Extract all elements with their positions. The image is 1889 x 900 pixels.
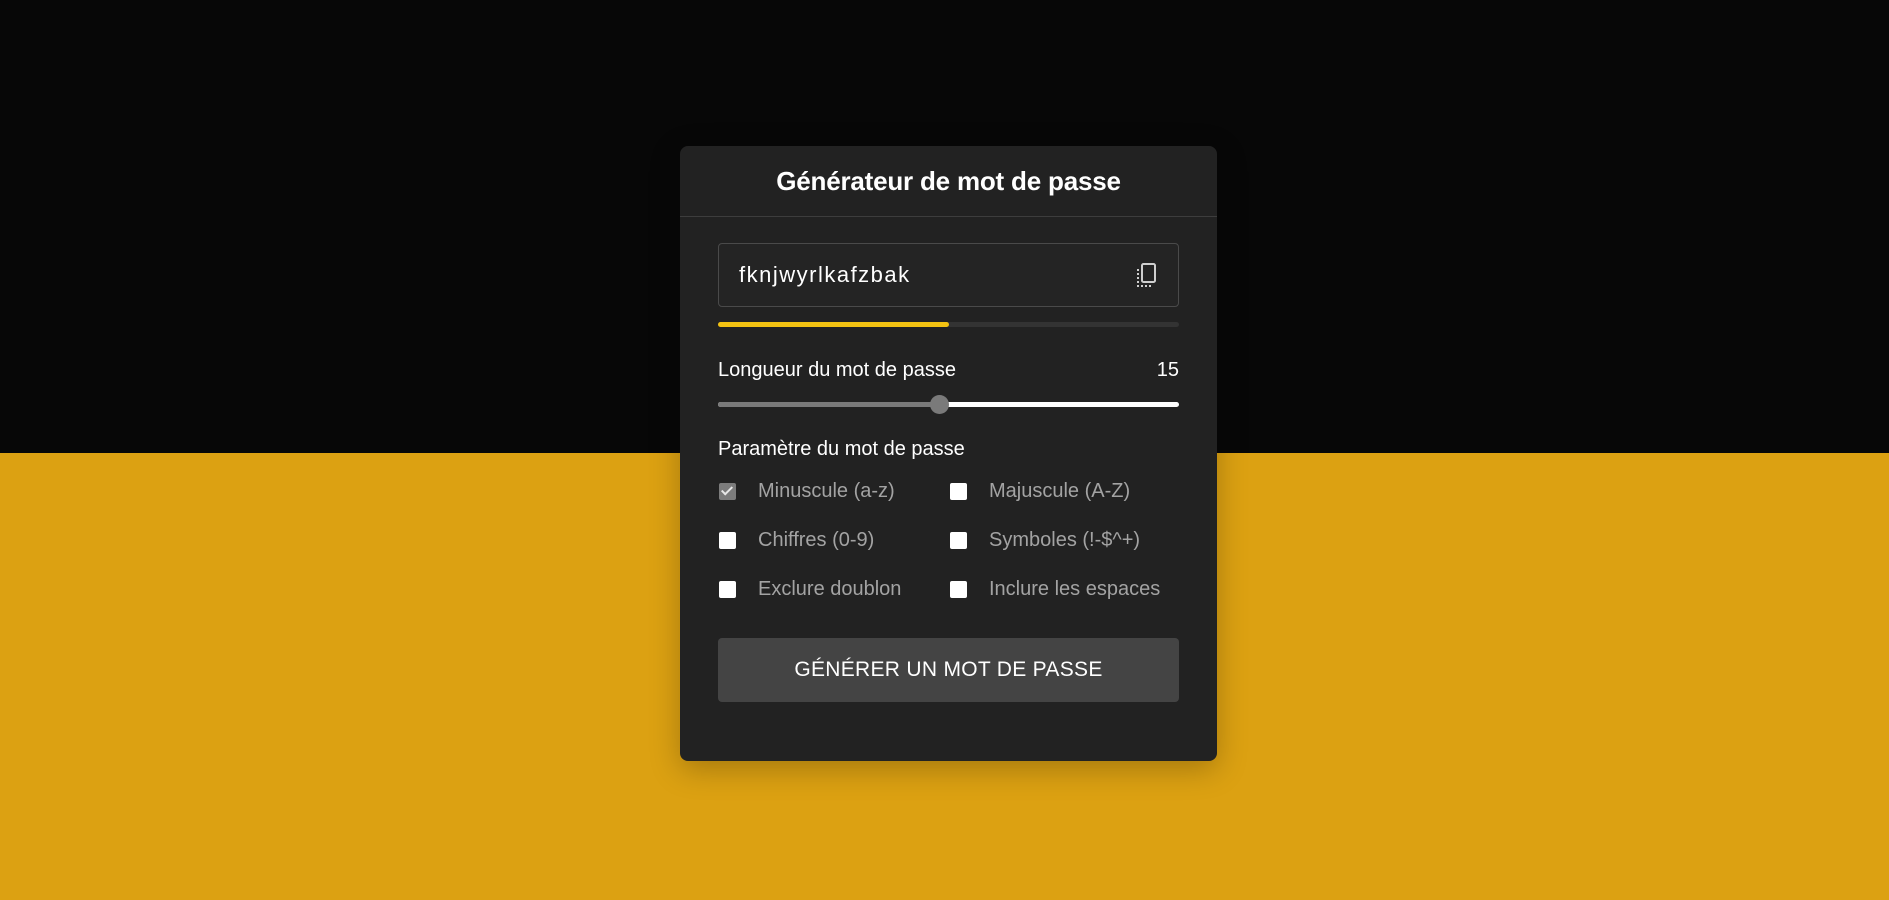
length-slider-thumb[interactable] — [930, 395, 950, 414]
option-uppercase[interactable]: Majuscule (A-Z) — [949, 479, 1180, 503]
option-numbers[interactable]: Chiffres (0-9) — [718, 528, 949, 552]
card-body: Longueur du mot de passe 15 Paramètre du… — [680, 217, 1217, 702]
password-generator-card: Générateur de mot de passe Longueur du m… — [680, 146, 1217, 761]
password-output-field[interactable] — [719, 244, 1178, 306]
options-grid: Minuscule (a-z) Majuscule (A-Z) Chiffres… — [718, 479, 1179, 601]
length-slider-fill — [718, 402, 940, 407]
exclude-duplicates-checkbox[interactable] — [719, 580, 736, 598]
option-label: Minuscule (a-z) — [758, 479, 895, 502]
password-field-container — [718, 243, 1179, 307]
numbers-checkbox[interactable] — [719, 531, 736, 549]
settings-title: Paramètre du mot de passe — [718, 438, 965, 460]
option-label: Exclure doublon — [758, 577, 902, 600]
option-include-spaces[interactable]: Inclure les espaces — [949, 577, 1180, 601]
symbols-checkbox[interactable] — [950, 531, 967, 549]
length-slider[interactable] — [718, 394, 1179, 414]
card-header: Générateur de mot de passe — [680, 146, 1217, 217]
password-strength-bar — [718, 322, 1179, 327]
option-label: Symboles (!-$^+) — [989, 528, 1141, 551]
uppercase-checkbox[interactable] — [950, 482, 967, 500]
lowercase-checkbox[interactable] — [719, 482, 736, 500]
generate-password-button[interactable]: GÉNÉRER UN MOT DE PASSE — [718, 638, 1179, 702]
option-symbols[interactable]: Symboles (!-$^+) — [949, 528, 1180, 552]
password-strength-fill — [718, 322, 949, 327]
length-row: Longueur du mot de passe 15 — [718, 359, 1179, 382]
include-spaces-checkbox[interactable] — [950, 580, 967, 598]
page-title: Générateur de mot de passe — [776, 165, 1121, 196]
length-label: Longueur du mot de passe — [718, 359, 956, 381]
length-value: 15 — [1156, 359, 1179, 381]
option-exclude-duplicates[interactable]: Exclure doublon — [718, 577, 949, 601]
copy-icon[interactable] — [1134, 262, 1158, 290]
option-label: Majuscule (A-Z) — [989, 479, 1131, 502]
option-lowercase[interactable]: Minuscule (a-z) — [718, 479, 949, 503]
option-label: Inclure les espaces — [989, 577, 1161, 600]
option-label: Chiffres (0-9) — [758, 528, 875, 551]
